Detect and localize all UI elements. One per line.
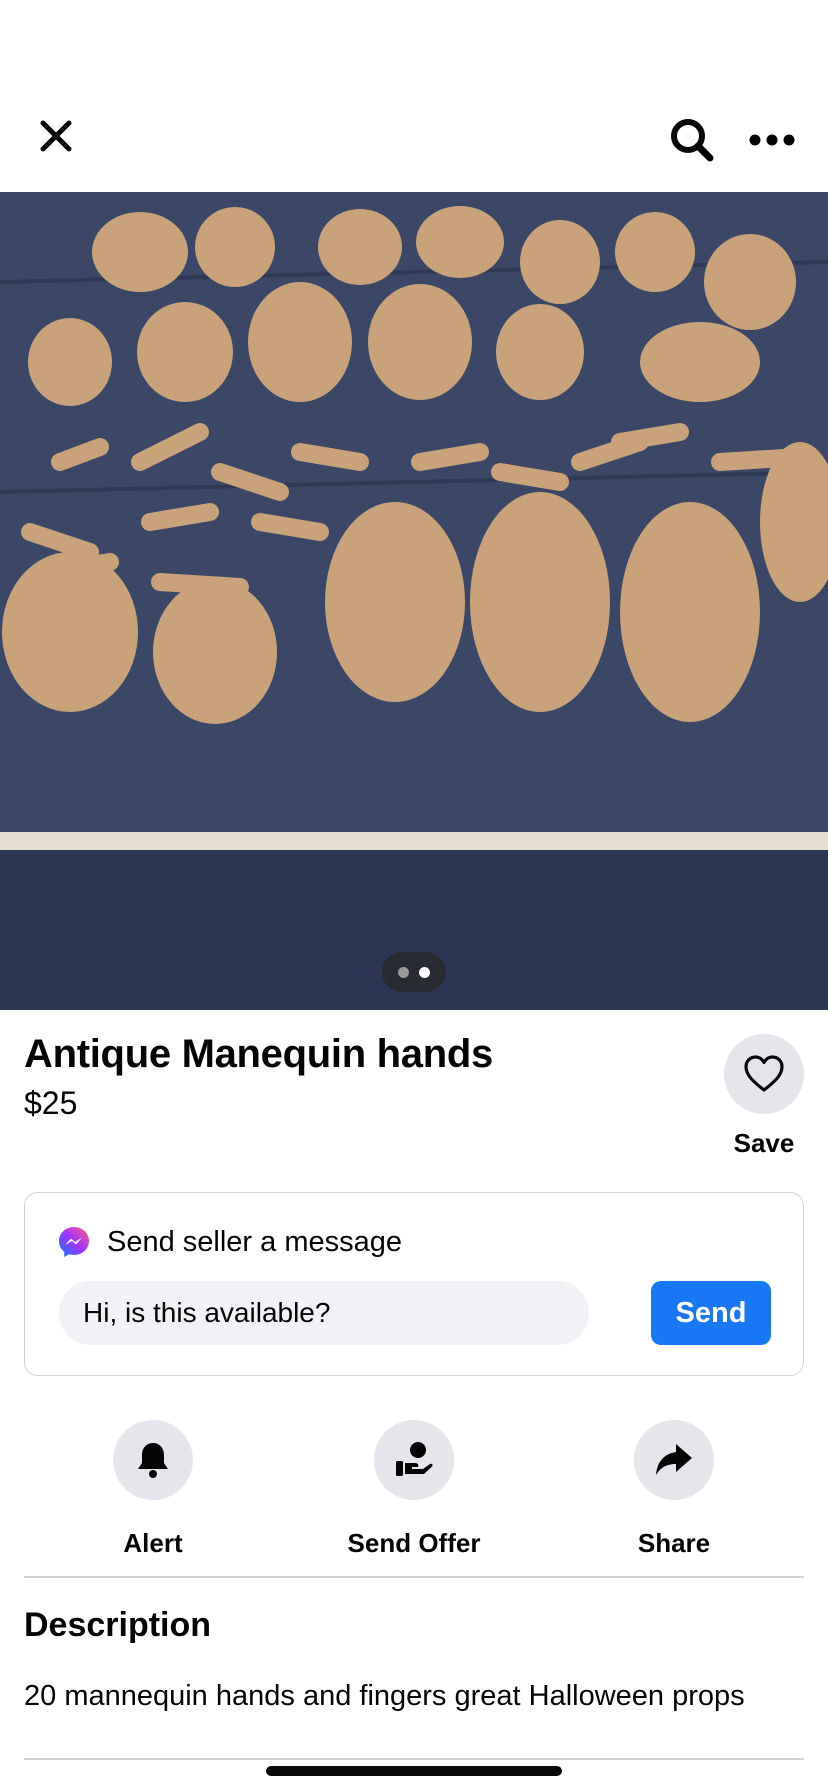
- listing-price: $25: [24, 1085, 78, 1121]
- alert-label: Alert: [123, 1528, 183, 1558]
- top-bar: [0, 0, 828, 192]
- photo-page-indicator: [382, 952, 446, 992]
- search-icon[interactable]: [664, 112, 720, 168]
- message-heading-row: Send seller a message: [57, 1225, 402, 1259]
- send-offer-label: Send Offer: [347, 1528, 481, 1558]
- send-offer-button[interactable]: [374, 1420, 454, 1500]
- share-button[interactable]: [634, 1420, 714, 1500]
- section-divider-bottom: [24, 1758, 804, 1760]
- save-button[interactable]: [724, 1034, 804, 1114]
- close-icon[interactable]: [32, 112, 80, 160]
- heart-icon: [744, 1055, 784, 1092]
- share-icon: [656, 1444, 692, 1475]
- page-dot: [398, 966, 409, 978]
- alert-button[interactable]: [113, 1420, 193, 1500]
- more-options-icon[interactable]: [744, 118, 800, 162]
- send-offer-action[interactable]: Send Offer: [304, 1420, 524, 1559]
- page-dot-active: [419, 966, 430, 978]
- messenger-icon: [59, 1227, 89, 1257]
- message-heading: Send seller a message: [107, 1225, 402, 1258]
- photo-illustration: [0, 192, 828, 1010]
- share-label: Share: [637, 1528, 711, 1558]
- share-action[interactable]: Share: [564, 1420, 784, 1559]
- home-indicator[interactable]: [266, 1766, 562, 1776]
- message-input[interactable]: [59, 1281, 589, 1345]
- message-seller-card: Send seller a message Send: [24, 1192, 804, 1376]
- alert-action[interactable]: Alert: [43, 1420, 263, 1559]
- description-text: 20 mannequin hands and fingers great Hal…: [24, 1680, 745, 1712]
- offer-icon: [396, 1442, 433, 1476]
- listing-title: Antique Manequin hands: [24, 1032, 493, 1076]
- section-divider: [24, 1576, 804, 1578]
- bell-icon: [138, 1443, 168, 1478]
- save-label: Save: [733, 1128, 795, 1158]
- listing-photo[interactable]: [0, 192, 828, 1010]
- send-button[interactable]: Send: [651, 1281, 771, 1345]
- description-heading: Description: [24, 1606, 212, 1644]
